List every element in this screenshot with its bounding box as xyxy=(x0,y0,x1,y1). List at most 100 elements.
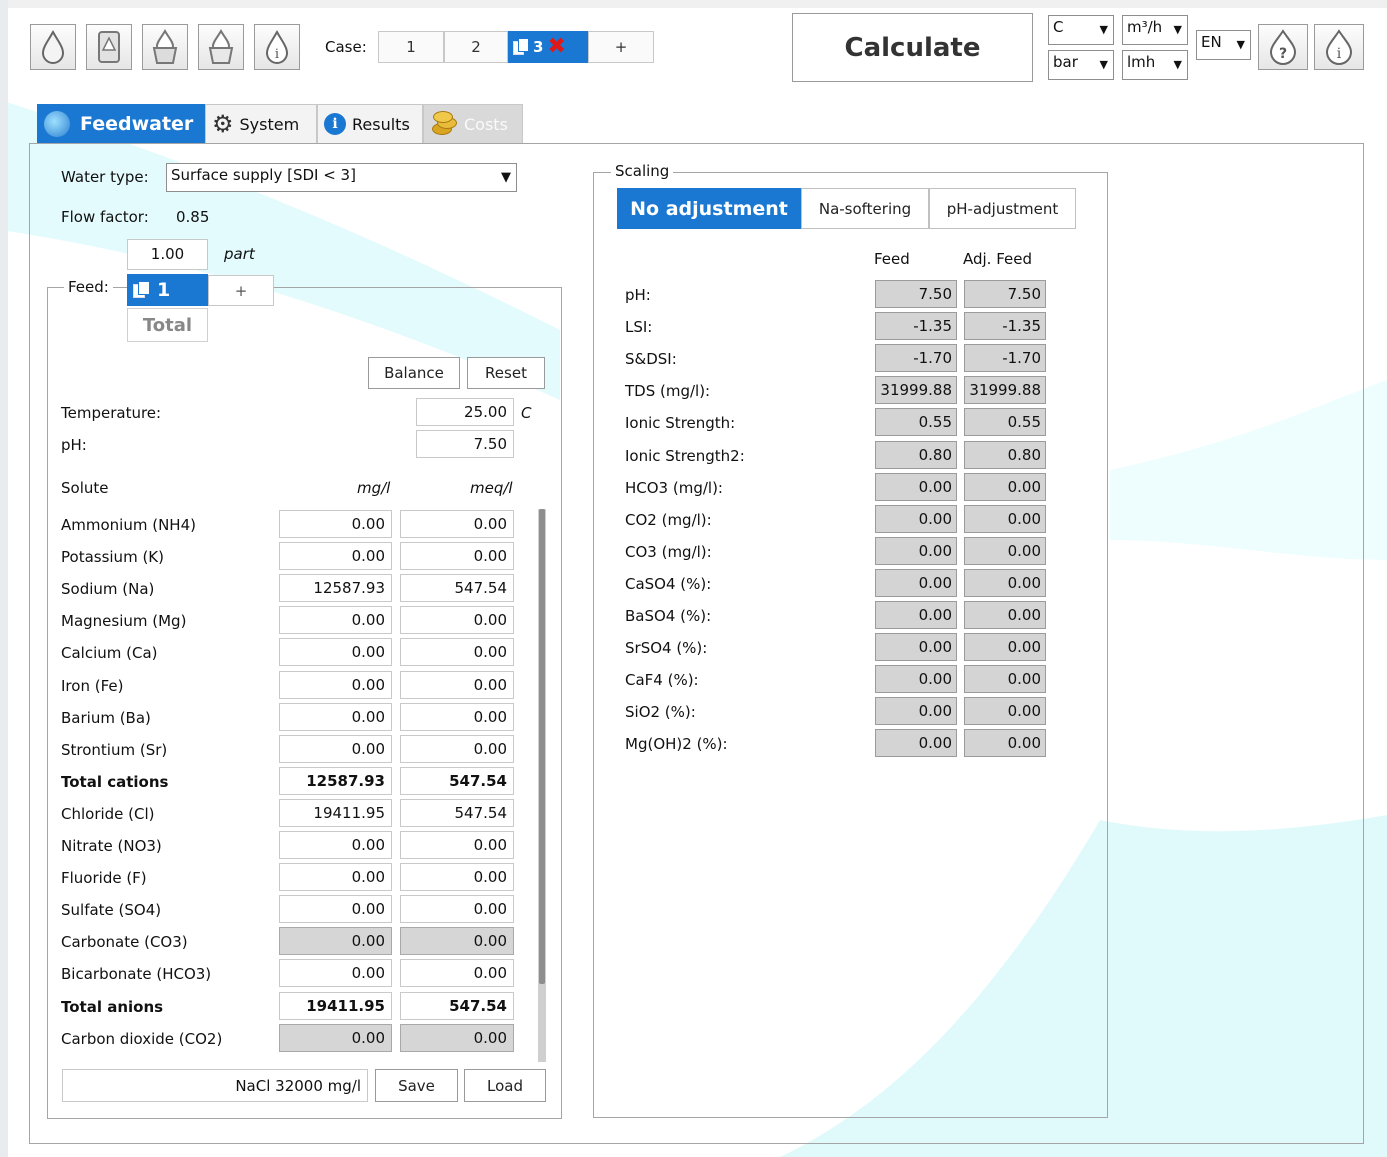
solute-mg-value: 0.00 xyxy=(351,611,385,630)
close-case-icon[interactable]: ✖ xyxy=(547,36,565,58)
solute-meq-input[interactable]: 0.00 xyxy=(400,606,514,635)
solute-meq-input[interactable]: 0.00 xyxy=(400,895,514,924)
tab-na-softering[interactable]: Na-softering xyxy=(801,188,929,229)
scaling-adj-value: -1.70 xyxy=(964,344,1046,373)
scaling-feed-value: -1.35 xyxy=(875,312,957,341)
solute-meq-input[interactable]: 0.00 xyxy=(400,863,514,892)
solute-mg-input[interactable]: 0.00 xyxy=(279,959,392,988)
tab-results[interactable]: i Results xyxy=(317,104,423,144)
feed-tab-label: 1 xyxy=(157,279,171,301)
solute-meq-value: 0.00 xyxy=(473,739,507,758)
tab-no-adjustment[interactable]: No adjustment xyxy=(617,188,801,229)
load-button[interactable]: Load xyxy=(464,1069,546,1102)
solute-mg-input[interactable]: 0.00 xyxy=(279,734,392,763)
scaling-feed-value: 0.00 xyxy=(875,472,957,501)
scaling-label: S&DSI: xyxy=(625,350,677,369)
solute-meq-input[interactable]: 0.00 xyxy=(400,734,514,763)
tab-system[interactable]: ⚙ System xyxy=(205,104,317,144)
add-feed-button[interactable]: + xyxy=(208,275,274,306)
preset-name-input[interactable]: NaCl 32000 mg/l xyxy=(62,1069,368,1102)
scaling-row: CaSO4 (%): 0.00 0.00 xyxy=(0,568,1046,597)
water-type-select[interactable]: Surface supply [SDI < 3] ▼ xyxy=(166,163,517,192)
temperature-unit-select[interactable]: C ▼ xyxy=(1048,15,1114,45)
pressure-unit-select[interactable]: bar ▼ xyxy=(1048,50,1114,80)
scaling-adj-value: 0.00 xyxy=(964,601,1046,629)
part-value: 1.00 xyxy=(150,245,185,263)
water-bucket-button-2[interactable] xyxy=(198,24,244,70)
solute-mg-input[interactable]: 0.00 xyxy=(279,606,392,635)
solute-meq-input[interactable]: 0.00 xyxy=(400,638,514,667)
solute-meq-input[interactable]: 0.00 xyxy=(400,670,514,699)
solute-meq-input[interactable]: 0.00 xyxy=(400,542,514,571)
solute-name: Magnesium (Mg) xyxy=(61,612,187,631)
flow-unit-select[interactable]: m³/h ▼ xyxy=(1122,15,1188,45)
scaling-adj-value: 0.55 xyxy=(964,408,1046,437)
case-label: Case: xyxy=(325,38,367,56)
solute-mg-input[interactable]: 19411.95 xyxy=(279,798,392,827)
about-button[interactable]: i xyxy=(1314,24,1364,70)
scaling-row: S&DSI: -1.70 -1.70 xyxy=(0,344,1046,373)
solute-mg-value: 0.00 xyxy=(351,932,385,951)
scaling-adj-value: 0.00 xyxy=(964,665,1046,694)
solute-mg-input[interactable]: 12587.93 xyxy=(279,574,392,603)
tab-costs[interactable]: Costs xyxy=(423,104,523,144)
solute-meq-input[interactable]: 0.00 xyxy=(400,510,514,538)
help-button[interactable]: ? xyxy=(1258,24,1308,70)
solute-mg-input[interactable]: 0.00 xyxy=(279,831,392,859)
save-button[interactable]: Save xyxy=(375,1069,458,1102)
case-tab-1[interactable]: 1 xyxy=(378,31,444,63)
add-case-button[interactable]: + xyxy=(588,31,654,63)
reset-button[interactable]: Reset xyxy=(467,357,545,389)
scaling-label: CO2 (mg/l): xyxy=(625,510,712,529)
solute-mg-input[interactable]: 0.00 xyxy=(279,895,392,924)
solute-mg-input[interactable]: 0.00 xyxy=(279,670,392,699)
water-drop-button[interactable] xyxy=(30,24,76,70)
scaling-label: SrSO4 (%): xyxy=(625,639,708,658)
water-bucket-button[interactable] xyxy=(142,24,188,70)
solute-mg-input[interactable]: 0.00 xyxy=(279,510,392,538)
flux-unit-select[interactable]: lmh ▼ xyxy=(1122,50,1188,80)
solute-meq-input[interactable]: 0.00 xyxy=(400,831,514,859)
solute-meq-input[interactable]: 547.54 xyxy=(400,798,514,827)
feed-total-tab[interactable]: Total xyxy=(127,308,208,342)
scrollbar-thumb[interactable] xyxy=(539,509,545,984)
tab-ph-adjustment[interactable]: pH-adjustment xyxy=(929,188,1076,229)
svg-text:i: i xyxy=(275,47,279,62)
info-drop-button[interactable]: i xyxy=(254,24,300,70)
flow-factor-label: Flow factor: xyxy=(61,208,149,226)
case-tab-3[interactable]: 3 ✖ xyxy=(508,31,588,63)
solute-mg-input[interactable]: 0.00 xyxy=(279,542,392,571)
temperature-input[interactable]: 25.00 xyxy=(416,398,514,426)
ph-input[interactable]: 7.50 xyxy=(416,430,514,458)
info-circle-icon: i xyxy=(324,113,346,135)
scaling-feed-value: 0.00 xyxy=(875,665,957,694)
feed-tab-1[interactable]: 1 xyxy=(127,274,208,306)
scaling-adj-value: 0.00 xyxy=(964,536,1046,565)
scaling-adj-value: 0.80 xyxy=(964,440,1046,469)
solute-meq-input[interactable]: 0.00 xyxy=(400,702,514,731)
scaling-row: HCO3 (mg/l): 0.00 0.00 xyxy=(0,472,1046,501)
solute-meq-input[interactable]: 0.00 xyxy=(400,959,514,988)
solute-meq-input[interactable]: 547.54 xyxy=(400,574,514,603)
solute-mg-input[interactable]: 0.00 xyxy=(279,702,392,731)
water-bucket-icon-2 xyxy=(208,28,234,64)
scaling-row: TDS (mg/l): 31999.88 31999.88 xyxy=(0,376,1046,405)
chevron-down-icon: ▼ xyxy=(1236,38,1245,51)
case-tab-2[interactable]: 2 xyxy=(444,31,508,63)
scaling-label: LSI: xyxy=(625,318,653,337)
solute-mg-input[interactable]: 0.00 xyxy=(279,863,392,892)
tab-feedwater[interactable]: Feedwater xyxy=(37,104,205,144)
solute-mg-input[interactable]: 0.00 xyxy=(279,638,392,667)
solute-meq-value: 0.00 xyxy=(473,900,507,919)
part-input[interactable]: 1.00 xyxy=(127,239,208,270)
temperature-label: Temperature: xyxy=(61,404,162,422)
balance-button[interactable]: Balance xyxy=(368,357,460,389)
solute-mg-value: 19411.95 xyxy=(313,803,385,822)
ph-label: pH: xyxy=(61,436,87,454)
solute-meq-value: 0.00 xyxy=(473,964,507,983)
pressure-unit-value: bar xyxy=(1053,53,1078,71)
water-tank-button[interactable] xyxy=(86,24,132,70)
calculate-button[interactable]: Calculate xyxy=(792,13,1033,82)
language-select[interactable]: EN ▼ xyxy=(1196,30,1251,60)
solute-scrollbar[interactable] xyxy=(538,509,546,1062)
